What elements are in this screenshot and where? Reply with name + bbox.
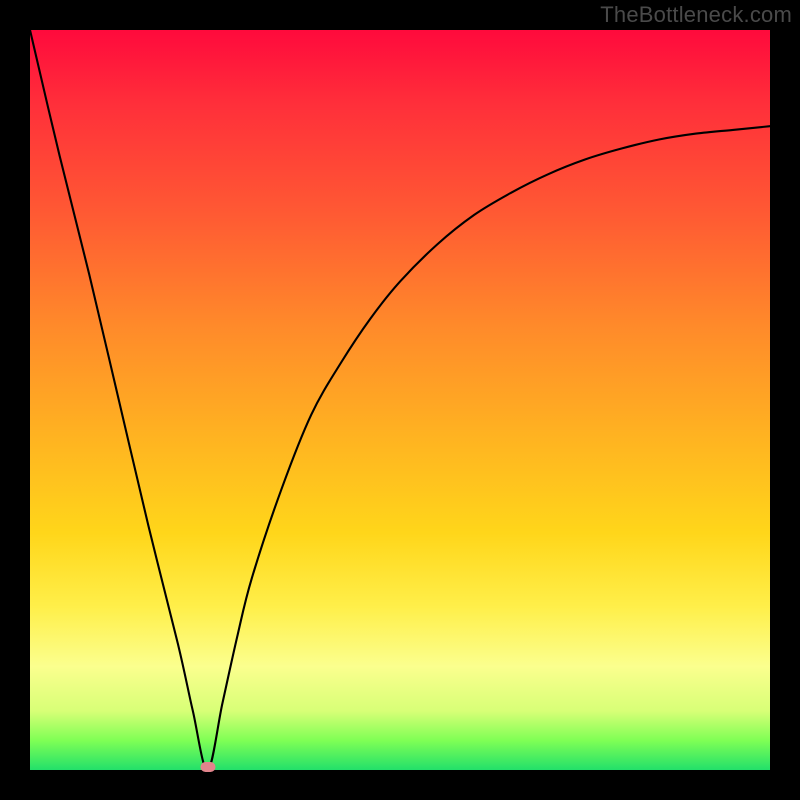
curve-path <box>30 30 770 770</box>
chart-frame: TheBottleneck.com <box>0 0 800 800</box>
optimum-marker <box>200 762 215 772</box>
plot-area <box>30 30 770 770</box>
bottleneck-curve <box>30 30 770 770</box>
watermark-text: TheBottleneck.com <box>600 2 792 28</box>
